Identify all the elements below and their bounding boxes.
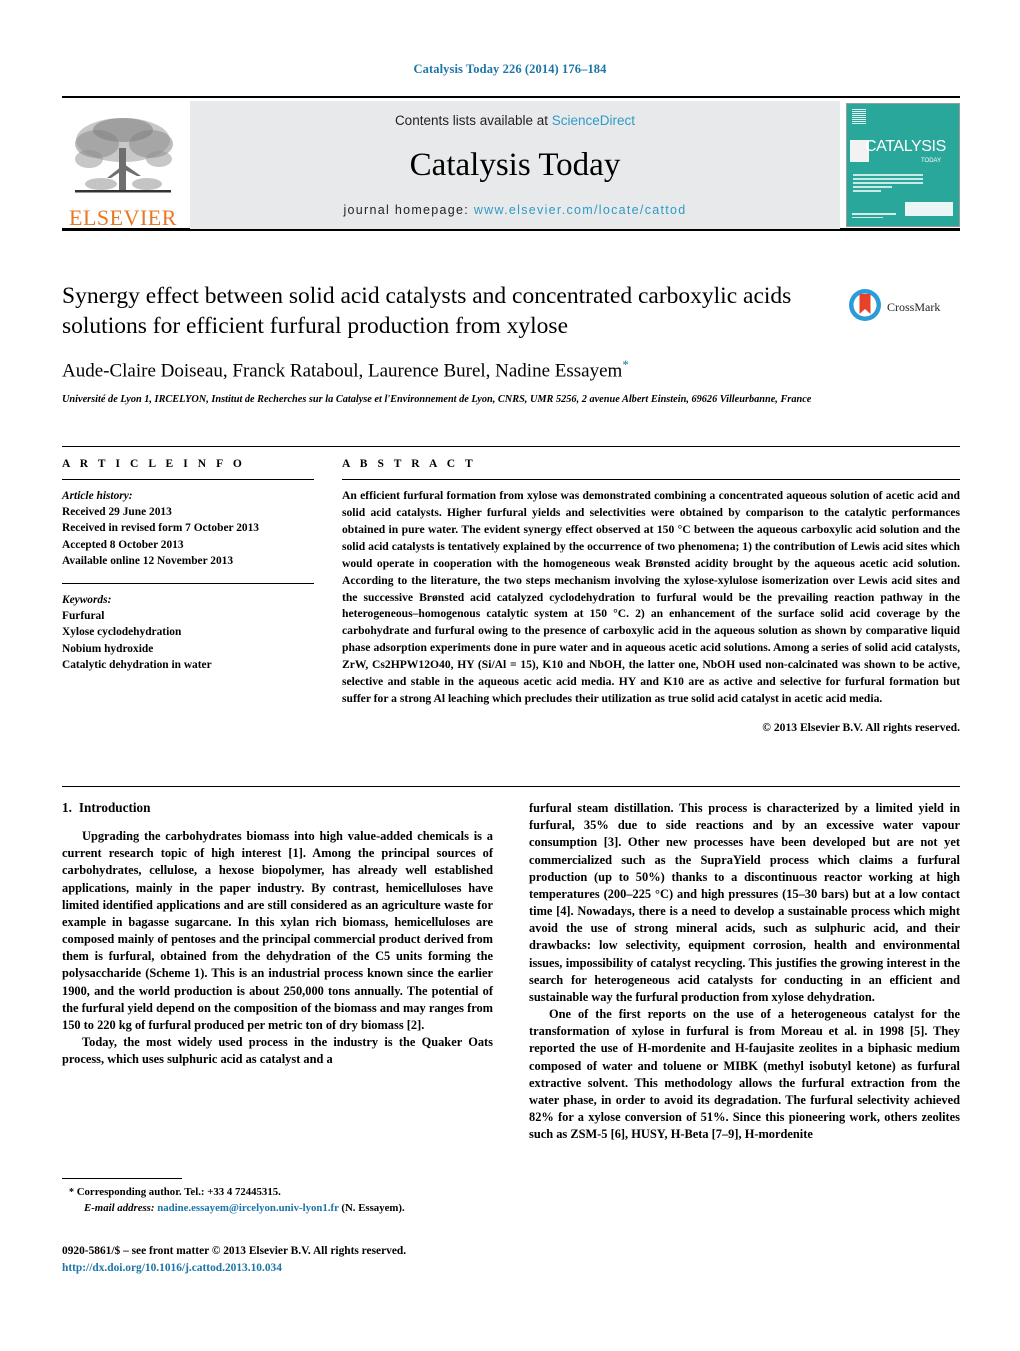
cover-title: CATALYSIS <box>865 138 946 155</box>
running-head: Catalysis Today 226 (2014) 176–184 <box>413 62 607 76</box>
article-info-heading: A R T I C L E I N F O <box>62 458 246 470</box>
email-link[interactable]: nadine.essayem@ircelyon.univ-lyon1.fr <box>157 1202 339 1214</box>
elsevier-tree-icon <box>67 114 179 206</box>
elsevier-logo: ELSEVIER <box>62 101 184 231</box>
footnote-corresponding: * Corresponding author. Tel.: +33 4 7244… <box>62 1185 493 1216</box>
crossmark-badge[interactable]: CrossMark <box>848 288 960 327</box>
keywords-label: Keywords: <box>62 593 112 606</box>
article-info-column: A R T I C L E I N F O Article history: R… <box>62 458 314 734</box>
history-item: Received in revised form 7 October 2013 <box>62 522 259 535</box>
article-history-label: Article history: <box>62 490 133 502</box>
abstract-copyright: © 2013 Elsevier B.V. All rights reserved… <box>762 720 960 734</box>
corresponding-author-note: Corresponding author. Tel.: +33 4 724453… <box>76 1186 281 1198</box>
masthead-center: Contents lists available at ScienceDirec… <box>190 101 840 229</box>
section-label: Introduction <box>78 800 151 815</box>
keyword-item: Furfural <box>62 610 105 623</box>
abstract-column: A B S T R A C T An efficient furfural fo… <box>342 458 960 734</box>
info-abstract-region: A R T I C L E I N F O Article history: R… <box>62 458 960 734</box>
abstract-text: An efficient furfural formation from xyl… <box>342 489 960 706</box>
divider-below-abstract <box>62 786 960 787</box>
keywords-group: Keywords: Furfural Xylose cyclodehydrati… <box>62 592 314 673</box>
keyword-item: Nobium hydroxide <box>62 642 154 655</box>
crossmark-icon <box>848 288 882 327</box>
doi-link[interactable]: http://dx.doi.org/10.1016/j.cattod.2013.… <box>62 1260 562 1277</box>
section-number: 1. <box>62 800 72 815</box>
journal-masthead: ELSEVIER Contents lists available at Sci… <box>62 96 960 231</box>
history-item: Received 29 June 2013 <box>62 506 172 519</box>
body-columns: 1. Introduction Upgrading the carbohydrat… <box>62 800 960 1143</box>
paragraph: Today, the most widely used process in t… <box>62 1035 493 1067</box>
author-names: Aude-Claire Doiseau, Franck Rataboul, La… <box>62 360 623 382</box>
email-label: E-mail address: <box>84 1201 155 1214</box>
abstract-rule <box>342 479 960 480</box>
article-info-rule <box>62 479 314 480</box>
keyword-item: Xylose cyclodehydration <box>62 626 182 639</box>
body-column-left: 1. Introduction Upgrading the carbohydrat… <box>62 800 493 1143</box>
corresponding-author-marker: * <box>622 357 629 373</box>
section-title-introduction: 1. Introduction <box>62 800 493 816</box>
journal-title: Catalysis Today <box>409 147 621 183</box>
author-list: Aude-Claire Doiseau, Franck Rataboul, La… <box>62 357 837 382</box>
cover-sciencedirect-badge <box>905 202 953 216</box>
paragraph: Upgrading the carbohydrates biomass into… <box>62 829 493 1032</box>
abstract-heading: A B S T R A C T <box>342 458 477 470</box>
affiliation: Université de Lyon 1, IRCELYON, Institut… <box>62 393 812 405</box>
homepage-url-link[interactable]: www.elsevier.com/locate/cattod <box>474 203 687 217</box>
paragraph: furfural steam distillation. This proces… <box>529 801 960 1004</box>
sciencedirect-link[interactable]: ScienceDirect <box>552 113 635 128</box>
crossmark-label: CrossMark <box>887 300 941 314</box>
email-suffix: (N. Essayem). <box>341 1201 405 1214</box>
introduction-right-text: furfural steam distillation. This proces… <box>529 800 960 1143</box>
paper-page: Catalysis Today 226 (2014) 176–184 ELSEV… <box>0 0 1020 1351</box>
cover-text-lines <box>853 174 923 194</box>
keywords-rule <box>62 582 314 584</box>
journal-cover-thumbnail[interactable]: CATALYSIS TODAY <box>846 103 960 227</box>
homepage-prefix: journal homepage: <box>343 203 474 217</box>
elsevier-wordmark: ELSEVIER <box>69 205 177 230</box>
contents-list-line: Contents lists available at ScienceDirec… <box>395 113 635 128</box>
history-item: Available online 12 November 2013 <box>62 554 234 567</box>
title-block: Synergy effect between solid acid cataly… <box>62 282 837 407</box>
page-title: Synergy effect between solid acid cataly… <box>62 283 792 339</box>
issn-copyright-block: 0920-5861/$ – see front matter © 2013 El… <box>62 1243 562 1277</box>
cover-subtitle: TODAY <box>921 158 942 164</box>
contents-prefix: Contents lists available at <box>394 113 552 128</box>
paragraph: One of the first reports on the use of a… <box>529 1007 960 1142</box>
article-history-group: Article history: Received 29 June 2013 R… <box>62 488 314 569</box>
footnote-area: * Corresponding author. Tel.: +33 4 7244… <box>62 1178 493 1216</box>
body-column-right: furfural steam distillation. This proces… <box>529 800 960 1143</box>
cover-footer-lines <box>852 213 896 220</box>
journal-homepage-line: journal homepage: www.elsevier.com/locat… <box>343 203 686 217</box>
cover-elsevier-mark-icon <box>852 109 866 125</box>
divider-above-info <box>62 446 960 447</box>
footnote-rule <box>62 1178 182 1179</box>
keyword-item: Catalytic dehydration in water <box>62 658 212 671</box>
history-item: Accepted 8 October 2013 <box>62 538 184 551</box>
footnote-star-marker: * <box>69 1187 74 1198</box>
introduction-left-text: Upgrading the carbohydrates biomass into… <box>62 828 493 1068</box>
issn-line: 0920-5861/$ – see front matter © 2013 El… <box>62 1245 407 1257</box>
